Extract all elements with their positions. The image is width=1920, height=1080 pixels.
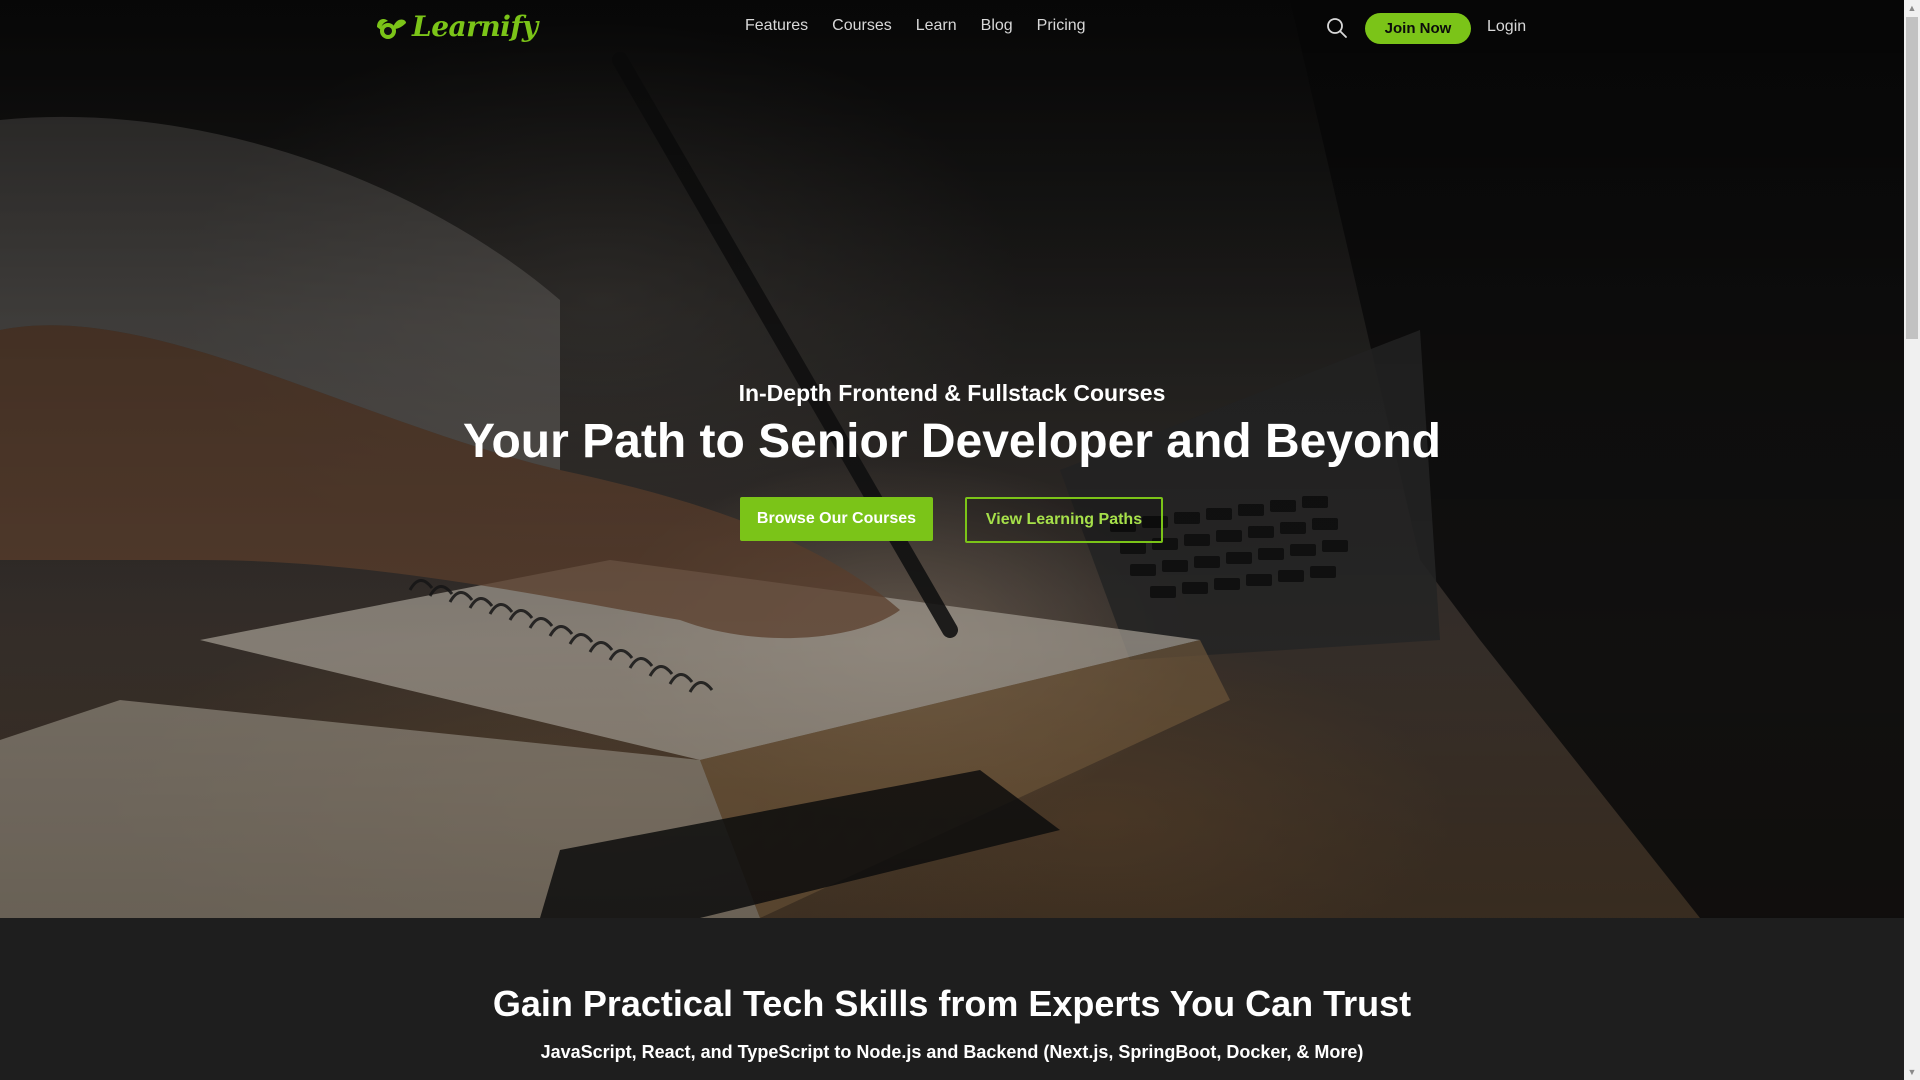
search-button[interactable]: [1326, 17, 1348, 39]
hero-title: Your Path to Senior Developer and Beyond: [463, 415, 1441, 468]
page-scrollbar[interactable]: ▲ ▼: [1904, 0, 1920, 1080]
section-subtitle: JavaScript, React, and TypeScript to Nod…: [540, 1042, 1364, 1062]
brand-name: Learnify: [412, 10, 538, 43]
hero-subtitle: In-Depth Frontend & Fullstack Courses: [738, 380, 1166, 406]
nav-link-courses[interactable]: Courses: [832, 17, 892, 35]
scroll-thumb[interactable]: [1906, 17, 1918, 339]
scroll-up-arrow-icon[interactable]: ▲: [1904, 0, 1920, 16]
nav-link-learn[interactable]: Learn: [916, 17, 957, 35]
leaf-logo-icon: [377, 18, 406, 39]
brand-logo[interactable]: Learnify: [374, 10, 538, 43]
scroll-down-arrow-icon[interactable]: ▼: [1904, 1064, 1920, 1080]
view-learning-paths-button[interactable]: View Learning Paths: [965, 497, 1163, 543]
login-link[interactable]: Login: [1487, 18, 1526, 36]
join-now-button[interactable]: Join Now: [1365, 13, 1471, 44]
browse-courses-button[interactable]: Browse Our Courses: [740, 497, 933, 541]
top-navbar: Learnify Features Courses Learn Blog Pri…: [0, 0, 1904, 56]
nav-link-pricing[interactable]: Pricing: [1037, 17, 1086, 35]
landing-page: Learnify Features Courses Learn Blog Pri…: [0, 0, 1920, 1080]
section-title: Gain Practical Tech Skills from Experts …: [492, 983, 1412, 1024]
nav-link-blog[interactable]: Blog: [981, 17, 1013, 35]
search-icon: [1327, 18, 1347, 38]
main-nav: Features Courses Learn Blog Pricing: [745, 17, 1110, 35]
nav-link-features[interactable]: Features: [745, 17, 808, 35]
